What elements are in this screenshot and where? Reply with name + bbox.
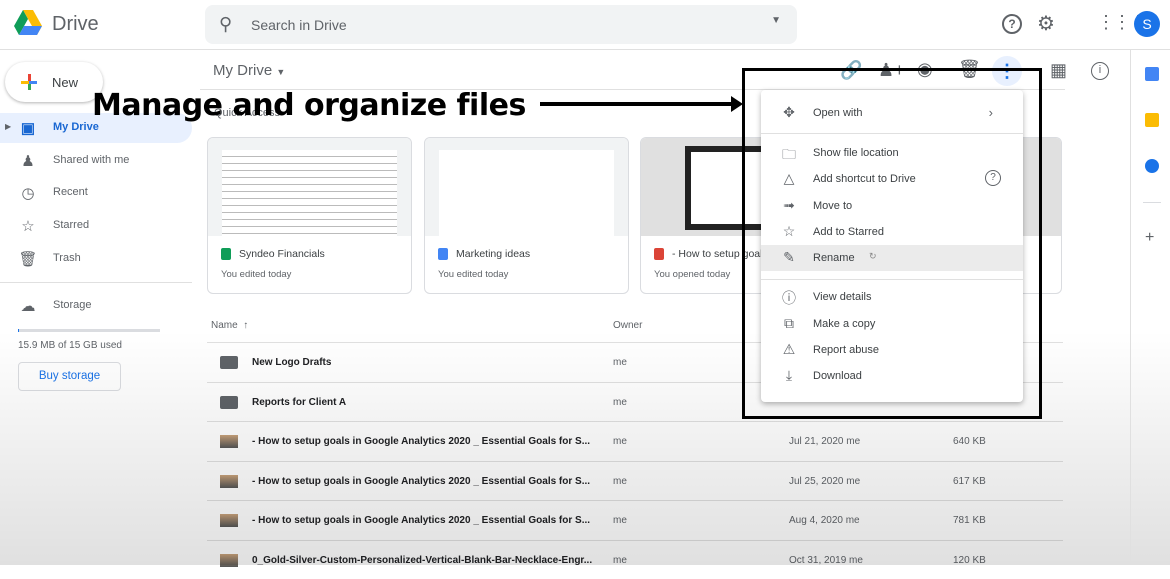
file-name: New Logo Drafts (252, 357, 332, 368)
card-title: Marketing ideas (456, 248, 531, 260)
file-size: 781 KB (953, 515, 986, 526)
file-owner: me (613, 357, 627, 368)
file-name: - How to setup goals in Google Analytics… (252, 436, 591, 447)
people-icon: ♟ (21, 153, 35, 170)
plus-icon (21, 74, 37, 90)
file-owner: me (613, 436, 627, 447)
info-icon[interactable]: i (1091, 62, 1109, 80)
file-name: 0_Gold-Silver-Custom-Personalized-Vertic… (252, 554, 593, 566)
add-addon-plus-icon[interactable]: + (1145, 229, 1154, 247)
file-row[interactable]: 0_Gold-Silver-Custom-Personalized-Vertic… (207, 539, 1063, 579)
my-drive-icon: ▣ (20, 120, 36, 137)
panel-divider (1143, 202, 1161, 203)
settings-gear-icon[interactable]: ⚙ (1037, 11, 1055, 36)
tasks-icon[interactable] (1145, 159, 1159, 173)
sort-arrow-up-icon[interactable]: ↑ (243, 320, 248, 331)
new-button[interactable]: New (5, 62, 103, 102)
expand-caret-icon[interactable]: ▶ (5, 122, 11, 131)
search-input[interactable]: Search in Drive (251, 17, 347, 33)
account-avatar[interactable]: S (1134, 11, 1160, 37)
folder-icon (220, 395, 238, 409)
grid-view-icon[interactable]: ▦ (1050, 60, 1067, 81)
top-bar: Drive ⚲ Search in Drive ▼ ? ⚙ ⋮⋮⋮ S (0, 0, 1170, 50)
file-size: 640 KB (953, 436, 986, 447)
file-size: 120 KB (953, 554, 986, 566)
sidebar-item-shared-with-me[interactable]: ♟ Shared with me (0, 146, 192, 176)
quick-access-card[interactable]: Syndeo Financials You edited today (207, 137, 412, 294)
sheets-icon (221, 248, 231, 260)
annotation-arrow (540, 102, 735, 106)
image-thumbnail-icon (220, 435, 238, 448)
card-title: Syndeo Financials (239, 248, 325, 260)
keep-icon[interactable] (1145, 113, 1159, 127)
file-modified: Jul 21, 2020 me (789, 436, 861, 447)
column-header-name[interactable]: Name ↑ (211, 320, 248, 331)
help-icon[interactable]: ? (1002, 14, 1022, 34)
image-thumbnail-icon (220, 474, 238, 488)
file-modified: Aug 4, 2020 me (789, 515, 860, 526)
search-options-icon[interactable]: ▼ (771, 15, 781, 26)
sidebar-item-starred[interactable]: ☆ Starred (0, 211, 192, 241)
drive-logo-icon[interactable] (14, 10, 42, 36)
file-thumbnail (425, 138, 628, 236)
storage-bar-fill (18, 329, 19, 332)
cloud-icon: ☁ (20, 298, 36, 315)
calendar-icon[interactable] (1145, 67, 1159, 81)
file-owner: me (613, 515, 627, 526)
search-bar[interactable]: ⚲ Search in Drive ▼ (205, 5, 797, 44)
card-subtitle: You edited today (438, 269, 509, 280)
file-owner: me (613, 554, 627, 566)
storage-used-text: 15.9 MB of 15 GB used (18, 340, 122, 351)
file-name: - How to setup goals in Google Analytics… (252, 475, 591, 487)
storage-bar (18, 329, 160, 332)
file-size: 617 KB (953, 475, 986, 487)
image-file-icon (654, 248, 664, 260)
column-header-owner[interactable]: Owner (613, 320, 642, 331)
file-thumbnail (208, 138, 411, 236)
annotation-caption: Manage and organize files (92, 88, 526, 123)
search-icon[interactable]: ⚲ (219, 14, 232, 35)
chevron-down-icon: ▼ (276, 67, 286, 77)
image-thumbnail-icon (220, 514, 238, 527)
clock-icon: ◷ (21, 185, 35, 202)
card-subtitle: You opened today (654, 269, 731, 280)
file-modified: Jul 25, 2020 me (789, 475, 861, 487)
sidebar-item-recent[interactable]: ◷ Recent (0, 178, 192, 208)
file-owner: me (613, 396, 627, 408)
docs-icon (438, 248, 448, 260)
file-modified: Oct 31, 2019 me (789, 554, 863, 566)
breadcrumb-label: My Drive (213, 62, 273, 79)
card-subtitle: You edited today (221, 269, 292, 280)
file-row[interactable]: - How to setup goals in Google Analytics… (207, 500, 1063, 539)
file-row[interactable]: - How to setup goals in Google Analytics… (207, 460, 1063, 500)
sidebar-item-trash[interactable]: 🗑 Trash (0, 244, 192, 274)
file-row[interactable]: - How to setup goals in Google Analytics… (207, 421, 1063, 460)
name-label: Name (211, 320, 238, 331)
buy-storage-button[interactable]: Buy storage (18, 362, 121, 391)
folder-icon (220, 356, 238, 369)
file-owner: me (613, 475, 627, 487)
side-panel: + (1130, 50, 1170, 565)
quick-access-card[interactable]: Marketing ideas You edited today (424, 137, 629, 294)
star-icon: ☆ (21, 218, 35, 235)
trash-icon: 🗑 (18, 251, 38, 268)
breadcrumb-my-drive[interactable]: My Drive ▼ (213, 62, 285, 79)
new-button-label: New (52, 75, 79, 90)
annotation-highlight-box (742, 68, 1042, 419)
file-name: - How to setup goals in Google Analytics… (252, 515, 591, 526)
file-name: Reports for Client A (252, 396, 347, 408)
sidebar-divider (0, 282, 192, 283)
annotation-arrowhead (731, 96, 743, 112)
sidebar-item-storage[interactable]: ☁ Storage (0, 291, 192, 321)
app-title: Drive (52, 13, 99, 35)
